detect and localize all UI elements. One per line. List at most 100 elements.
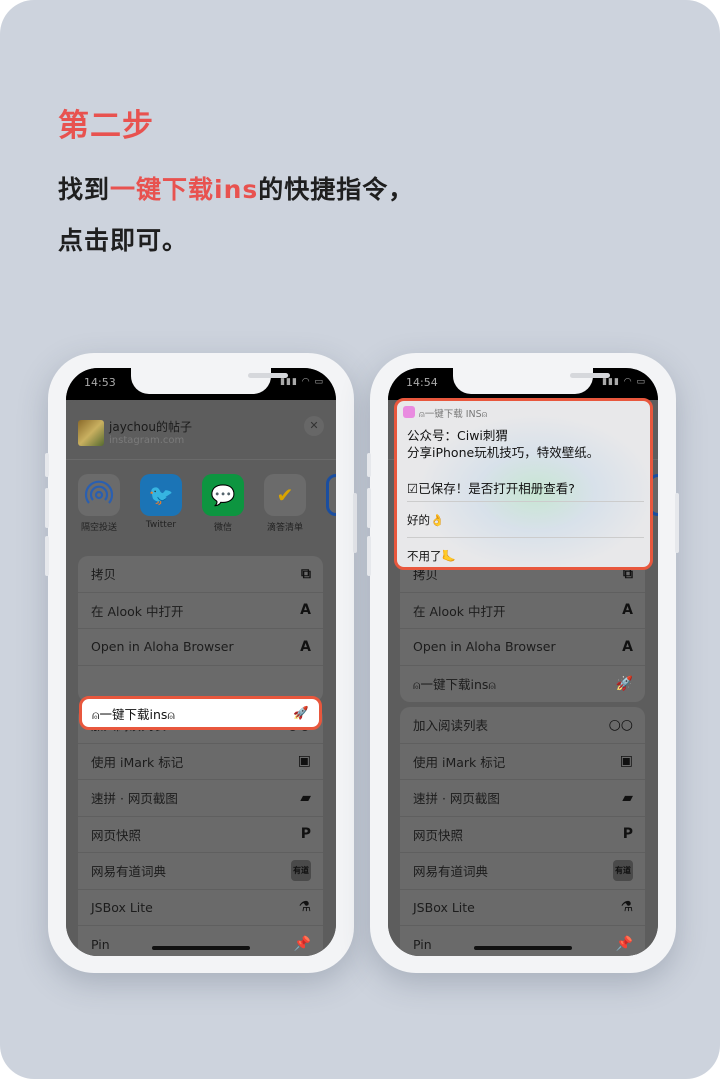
side-button	[45, 453, 49, 477]
app-label: 微信	[213, 523, 232, 533]
action-row[interactable]: ⍝一键下载ins⍝ 🚀	[400, 666, 645, 703]
action-row[interactable]: 使用 iMark 标记 ▣	[400, 744, 645, 780]
speaker	[248, 373, 288, 378]
app-airdrop[interactable]: 隔空投送	[78, 474, 120, 533]
action-label: Pin	[413, 936, 432, 952]
dialog-option-no[interactable]: 不用了🦶	[407, 537, 644, 567]
action-label: 在 Alook 中打开	[91, 603, 184, 619]
action-row[interactable]: 在 Alook 中打开 A	[78, 593, 323, 629]
imark-icon: ▣	[297, 753, 311, 770]
flask-icon: ⚗	[620, 899, 633, 916]
youdao-icon: 有道	[291, 860, 311, 882]
home-indicator	[152, 946, 250, 950]
background-card: 第二步 找到一键下载ins的快捷指令， 点击即可。 14:53 ▮▮▮ ◠ ▭ ja…	[0, 0, 720, 1079]
action-label: 在 Alook 中打开	[413, 603, 506, 619]
status-time: 14:54	[406, 376, 438, 389]
description-line-1: 找到一键下载ins的快捷指令，	[58, 170, 414, 206]
desc-highlight: 一键下载ins	[110, 175, 259, 204]
status-time: 14:53	[84, 376, 116, 389]
status-icons: ▮▮▮ ◠ ▭	[280, 377, 324, 387]
imark-icon: ▣	[619, 753, 633, 770]
action-label: 拷贝	[91, 567, 117, 583]
action-label: JSBox Lite	[91, 899, 153, 915]
action-label: 速拼 · 网页截图	[91, 791, 178, 807]
action-group-1: 拷贝⧉在 Alook 中打开AOpen in Aloha BrowserA⍝一键…	[78, 556, 323, 702]
dialog-message: 公众号：Ciwi刺猬 分享iPhone玩机技巧，特效壁纸。	[407, 428, 600, 460]
pin-icon: 📌	[293, 936, 311, 953]
app-app[interactable]: T	[326, 474, 336, 530]
notch	[131, 368, 288, 394]
action-group-2: 加入阅读列表○○使用 iMark 标记▣速拼 · 网页截图▰网页快照P网易有道词…	[78, 707, 323, 956]
rocket-icon: 🚀	[293, 705, 309, 720]
alook-icon: A	[300, 602, 311, 619]
p-icon: P	[622, 826, 633, 843]
app-label: 滴答清单	[266, 523, 303, 533]
action-row[interactable]: 网页快照 P	[400, 817, 645, 853]
action-row[interactable]: JSBox Lite ⚗	[78, 890, 323, 926]
dialog-option-yes[interactable]: 好的👌	[407, 501, 644, 537]
action-label: Open in Aloha Browser	[91, 639, 234, 655]
action-label: 网页快照	[91, 827, 142, 843]
dialog-question: ☑已保存！是否打开相册查看?	[407, 481, 575, 496]
app-label: Twitter	[145, 520, 177, 530]
action-label: ⍝一键下载ins⍝	[413, 677, 496, 693]
action-row[interactable]: 网易有道词典 有道	[78, 853, 323, 890]
action-row[interactable]: Open in Aloha Browser A	[400, 629, 645, 666]
action-row[interactable]: 拷贝 ⧉	[78, 556, 323, 593]
action-row[interactable]: Pin 📌	[78, 926, 323, 956]
action-row[interactable]: 网易有道词典 有道	[400, 853, 645, 890]
twitter-icon: 🐦	[140, 474, 182, 516]
action-row[interactable]: 加入阅读列表 ○○	[400, 707, 645, 744]
app-row: 隔空投送 🐦 Twitter 💬 微信 ✔ 滴答清单 T	[78, 474, 336, 544]
action-row[interactable]: 网页快照 P	[78, 817, 323, 853]
side-button	[367, 488, 371, 528]
app-wechat[interactable]: 💬 微信	[202, 474, 244, 533]
rocket-icon: 🚀	[615, 675, 633, 692]
aloha-icon: A	[300, 638, 311, 655]
p-icon: P	[300, 826, 311, 843]
action-row[interactable]: 速拼 · 网页截图 ▰	[400, 780, 645, 817]
action-label: 速拼 · 网页截图	[413, 791, 500, 807]
action-label: Open in Aloha Browser	[413, 639, 556, 655]
app-twitter[interactable]: 🐦 Twitter	[140, 474, 182, 530]
shortcut-alert-dialog: ⍝一键下载 INS⍝ 公众号：Ciwi刺猬 分享iPhone玩机技巧，特效壁纸。 ☑…	[394, 398, 653, 570]
status-icons: ▮▮▮ ◠ ▭	[602, 377, 646, 387]
post-thumbnail	[78, 420, 104, 446]
app-label: 隔空投送	[80, 523, 117, 533]
dialog-app-name: ⍝一键下载 INS⍝	[419, 409, 488, 420]
side-button	[45, 488, 49, 528]
desc-text: 找到	[58, 175, 111, 204]
pin-icon: 📌	[615, 936, 633, 953]
wechat-icon: 💬	[202, 474, 244, 516]
action-row[interactable]: Pin 📌	[400, 926, 645, 956]
side-button	[367, 536, 371, 576]
action-label: 网易有道词典	[91, 864, 167, 880]
action-row[interactable]: JSBox Lite ⚗	[400, 890, 645, 926]
action-group-2: 加入阅读列表○○使用 iMark 标记▣速拼 · 网页截图▰ 网页快照 P 网易有道词…	[400, 707, 645, 956]
action-row[interactable]: Open in Aloha Browser A	[78, 629, 323, 666]
power-button	[675, 493, 679, 553]
side-button	[45, 536, 49, 576]
alook-icon: A	[622, 602, 633, 619]
action-row[interactable]: 使用 iMark 标记 ▣	[78, 744, 323, 780]
action-label: 网易有道词典	[413, 864, 489, 880]
action-label: 网页快照	[413, 827, 464, 843]
action-label: 加入阅读列表	[413, 718, 489, 734]
screenshot-icon: ▰	[300, 789, 311, 806]
action-row[interactable]: 在 Alook 中打开 A	[400, 593, 645, 629]
phone-screen: 14:54▮▮▮ ◠ ▭jaychou的帖子instagram.com✕隔空投送…	[388, 368, 658, 956]
speaker	[570, 373, 610, 378]
ticktick-icon: ✔	[264, 474, 306, 516]
side-button	[367, 453, 371, 477]
copy-icon: ⧉	[301, 565, 311, 582]
highlighted-shortcut-row[interactable]: ⍝一键下载ins⍝ 🚀	[79, 696, 322, 730]
action-row[interactable]: 速拼 · 网页截图 ▰	[78, 780, 323, 817]
phone-mockup: 14:53 ▮▮▮ ◠ ▭ jaychou的帖子 instagram.com ✕ 隔空投送…	[45, 353, 357, 973]
close-button[interactable]: ✕	[304, 416, 324, 436]
app-label: T	[316, 520, 336, 530]
app-ticktick[interactable]: ✔ 滴答清单	[264, 474, 306, 533]
action-group-1: 拷贝⧉在 Alook 中打开AOpen in Aloha BrowserA⍝一键…	[400, 556, 645, 702]
step-title: 第二步	[58, 108, 154, 144]
home-indicator	[474, 946, 572, 950]
action-label: ⍝一键下载ins⍝	[92, 706, 175, 722]
